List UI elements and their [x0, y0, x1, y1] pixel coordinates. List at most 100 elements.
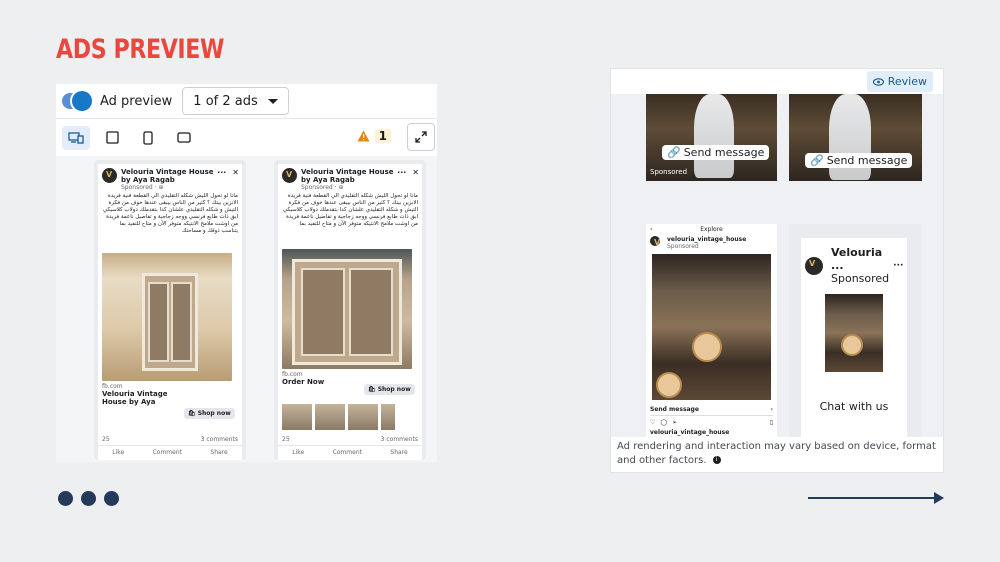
page-name: Velouria Vintage House by Aya Ragab	[301, 168, 394, 184]
messenger-header: Velouria ... Sponsored ···	[801, 238, 907, 289]
carousel-ad-card[interactable]: Velouria Vintage House by Aya Ragab Spon…	[278, 164, 422, 460]
page-name: Velouria Vintage House by Aya Ragab	[121, 168, 214, 184]
close-icon[interactable]: ✕	[412, 168, 419, 177]
phone-icon	[143, 130, 153, 145]
ad-preview-toggle[interactable]	[62, 91, 92, 111]
shop-now-button[interactable]: 🛍 Shop now	[184, 408, 235, 419]
share-button[interactable]: Share	[210, 449, 227, 456]
card-header: Velouria Vintage House by Aya Ragab Spon…	[278, 164, 422, 193]
expand-button[interactable]	[407, 123, 435, 151]
review-header: Review	[611, 69, 943, 94]
square-format-button[interactable]	[98, 126, 126, 150]
landscape-format-button[interactable]	[170, 126, 198, 150]
ad-preview-panel: Ad preview 1 of 2 ads 1 V Velouria Vinta…	[56, 84, 437, 462]
card-header: Velouria Vintage House by Aya Ragab Spon…	[98, 164, 242, 193]
disclaimer: Ad rendering and interaction may vary ba…	[611, 437, 943, 472]
ad-cards: Velouria Vintage House by Aya Ragab Spon…	[94, 160, 426, 460]
more-options-icon[interactable]: ···	[217, 168, 226, 177]
ads-selector-value: 1 of 2 ads	[193, 93, 258, 109]
ad-card-wrapper: Velouria Vintage House by Aya Ragab Spon…	[94, 160, 246, 460]
pagination-dot	[104, 491, 119, 506]
ads-selector[interactable]: 1 of 2 ads	[182, 87, 289, 115]
like-button[interactable]: Like	[112, 449, 124, 456]
avatar	[102, 168, 117, 183]
heart-icon[interactable]: ♡	[650, 419, 655, 426]
comment-button[interactable]: Comment	[333, 449, 362, 456]
comment-count: 3 comments	[200, 436, 238, 443]
slide-title: ADS PREVIEW	[56, 34, 224, 65]
link-icon: 🔗	[667, 146, 681, 159]
cabinet-illustration	[142, 273, 198, 371]
insta-handle: velouria_vintage_house	[667, 236, 747, 243]
warnings-indicator[interactable]: 1	[357, 129, 391, 143]
messenger-preview-frame: Velouria ... Sponsored ··· Chat with us	[789, 224, 922, 438]
avatar	[650, 236, 660, 247]
avatar	[805, 256, 823, 275]
info-icon[interactable]: i	[712, 456, 721, 464]
review-button[interactable]: Review	[866, 71, 933, 92]
vertical-format-button[interactable]	[134, 126, 162, 150]
reactions-bar: 25 3 comments	[282, 436, 418, 443]
reel-preview[interactable]: 🔗 Send message	[789, 94, 922, 181]
preview-toolbar: 1	[56, 118, 437, 156]
story-preview[interactable]: 🔗 Send message Sponsored	[646, 94, 777, 181]
send-message-button[interactable]: 🔗 Send message	[805, 153, 913, 168]
pagination-dot	[58, 491, 73, 506]
shop-now-button[interactable]: 🛍 Shop now	[364, 384, 415, 395]
ad-image	[102, 253, 232, 381]
ad-primary-text: مانا لو تحول الليش شكله التقليدي الي الق…	[102, 193, 238, 234]
action-bar: Like Comment Share	[98, 445, 242, 456]
link-icon: 🔗	[810, 154, 824, 167]
next-arrow-icon	[808, 497, 936, 499]
sponsored-label: Sponsored · ⊕	[301, 184, 344, 191]
comment-count: 3 comments	[380, 436, 418, 443]
more-options-icon[interactable]: ···	[893, 261, 903, 271]
next-arrow-head-icon	[934, 492, 944, 504]
insta-send-message[interactable]: Send message	[650, 406, 699, 413]
messenger-page-name: Velouria ...	[831, 246, 883, 272]
feed-ad-card[interactable]: Velouria Vintage House by Aya Ragab Spon…	[98, 164, 242, 460]
square-icon	[105, 131, 119, 144]
expand-icon	[415, 131, 427, 143]
comment-icon[interactable]: ◯	[660, 419, 667, 426]
avatar	[282, 168, 297, 183]
insta-caption: velouria_vintage_house	[650, 429, 730, 436]
desktop-mobile-view-button[interactable]	[62, 125, 90, 150]
logo-image	[692, 332, 722, 362]
insta-cta-row[interactable]: Send message ›	[650, 406, 773, 416]
warning-icon	[357, 130, 370, 142]
send-message-button[interactable]: 🔗 Send message	[662, 145, 770, 160]
reaction-count: 25	[102, 436, 110, 443]
share-icon[interactable]: ➢	[672, 419, 677, 426]
logo-image	[841, 334, 863, 356]
carousel-thumbnail[interactable]	[315, 404, 345, 430]
chevron-right-icon: ›	[770, 406, 773, 413]
close-icon[interactable]: ✕	[232, 168, 239, 177]
landscape-icon	[177, 132, 191, 143]
comment-button[interactable]: Comment	[153, 449, 182, 456]
chat-with-us-button[interactable]: Chat with us	[801, 400, 907, 413]
bookmark-icon[interactable]: ▯	[770, 419, 773, 426]
cafe-image	[652, 254, 771, 400]
sponsored-label: Sponsored	[650, 168, 688, 176]
more-options-icon[interactable]: ···	[397, 168, 406, 177]
back-icon[interactable]: ‹	[650, 226, 652, 233]
pagination-dot	[81, 491, 96, 506]
dress-image	[694, 94, 734, 178]
messenger-preview[interactable]: Velouria ... Sponsored ··· Chat with us	[801, 238, 907, 438]
pagination-dots	[58, 491, 119, 506]
carousel-thumbnail[interactable]	[381, 404, 395, 430]
messenger-sponsored: Sponsored	[831, 272, 890, 285]
carousel-thumbnail[interactable]	[348, 404, 378, 430]
carousel-thumbnails[interactable]	[282, 404, 395, 430]
disclaimer-text: Ad rendering and interaction may vary ba…	[617, 441, 936, 466]
reactions-bar: 25 3 comments	[102, 436, 238, 443]
carousel-thumbnail[interactable]	[282, 404, 312, 430]
ad-primary-text: مانا لو تحول الليش شكله التقليدي الي الق…	[282, 193, 418, 227]
logo-image	[656, 372, 682, 398]
warning-count: 1	[374, 129, 391, 143]
like-button[interactable]: Like	[292, 449, 304, 456]
ad-preview-label: Ad preview	[100, 93, 173, 109]
instagram-explore-preview[interactable]: ‹ Explore velouria_vintage_house Sponsor…	[646, 224, 777, 438]
share-button[interactable]: Share	[390, 449, 407, 456]
